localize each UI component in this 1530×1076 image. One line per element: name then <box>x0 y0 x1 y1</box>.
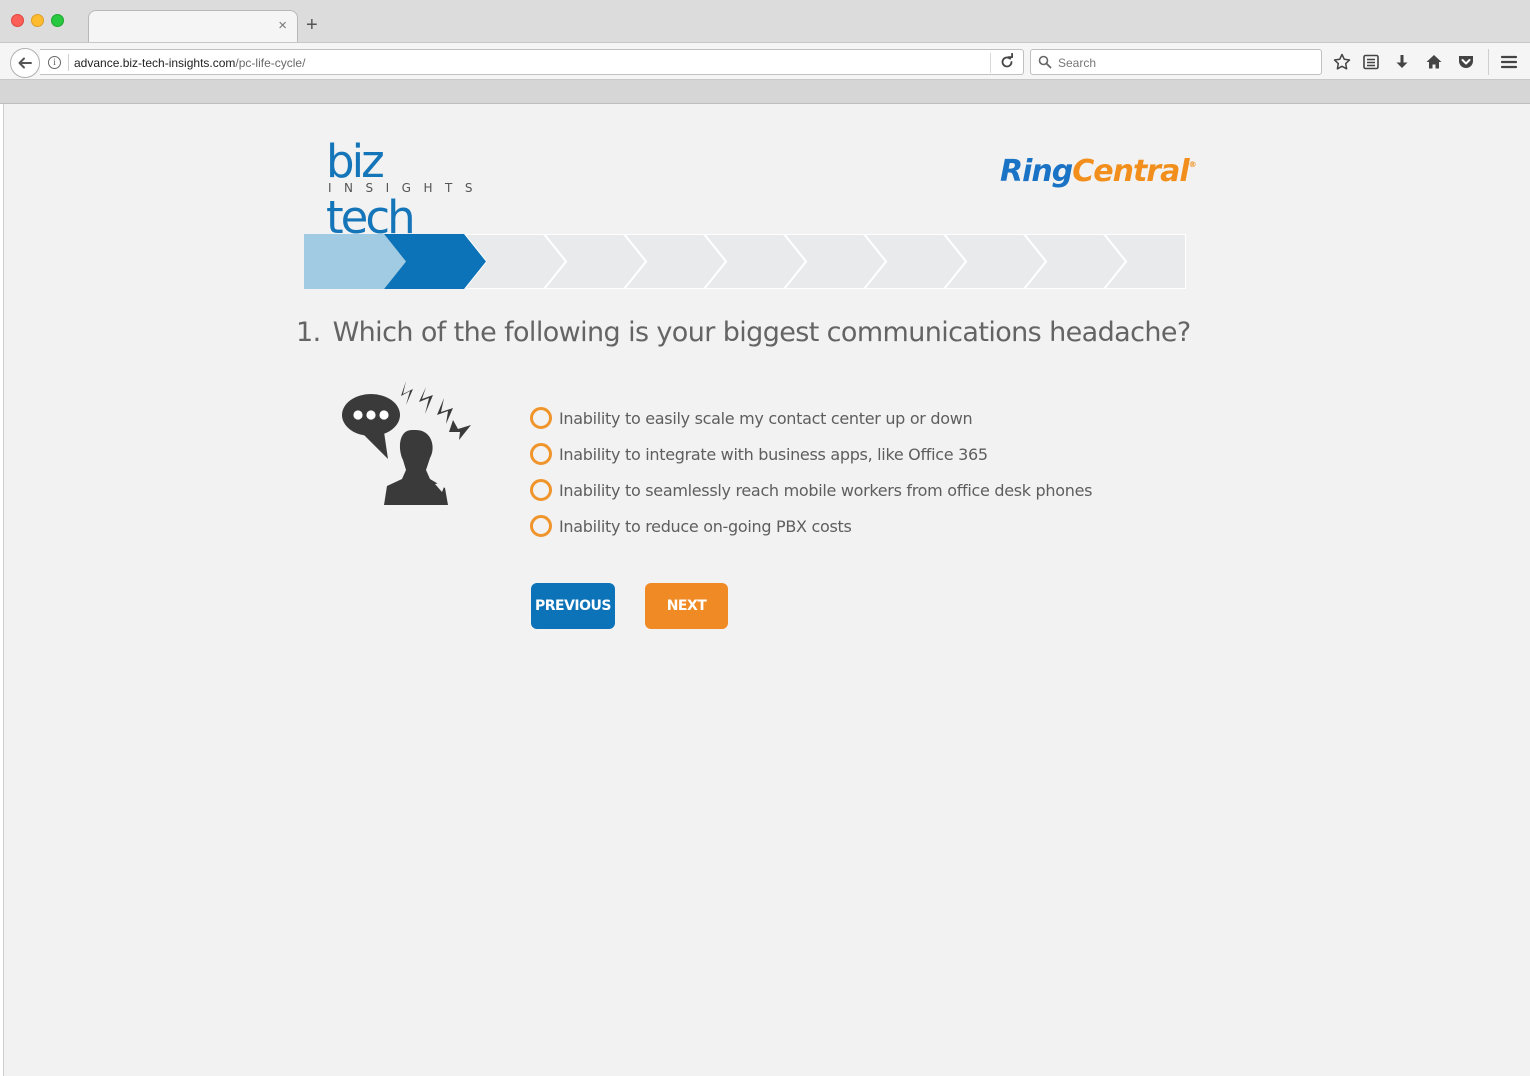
new-tab-button[interactable]: + <box>306 15 318 35</box>
answer-options: Inability to easily scale my contact cen… <box>530 400 1092 544</box>
option-label: Inability to seamlessly reach mobile wor… <box>559 480 1093 500</box>
reload-separator <box>990 53 991 73</box>
previous-button[interactable]: PREVIOUS <box>531 583 615 629</box>
radio-button[interactable] <box>530 443 552 465</box>
left-window-edge <box>0 104 4 1076</box>
minimize-window-button[interactable] <box>31 14 44 27</box>
browser-chrome: × + i advance.biz-tech-insights.com/pc-l… <box>0 0 1530 104</box>
radio-button[interactable] <box>530 515 552 537</box>
site-info-icon[interactable]: i <box>48 56 61 69</box>
search-box[interactable] <box>1030 49 1322 75</box>
answer-option[interactable]: Inability to integrate with business app… <box>530 436 1092 472</box>
question-heading: 1. Which of the following is your biggest… <box>296 317 1191 348</box>
ringcentral-logo: RingCentral® <box>1000 154 1197 194</box>
search-icon <box>1038 55 1052 69</box>
pocket-icon[interactable] <box>1456 52 1476 72</box>
address-bar[interactable]: i advance.biz-tech-insights.com/pc-life-… <box>40 49 1024 75</box>
bookmarks-list-icon[interactable] <box>1361 52 1381 72</box>
tab-strip: × + <box>0 0 1530 42</box>
tab-close-icon[interactable]: × <box>278 17 287 34</box>
back-button[interactable] <box>10 48 40 78</box>
hamburger-menu-icon[interactable] <box>1499 52 1519 72</box>
menu-separator <box>1488 49 1489 75</box>
insights-wordmark: INSIGHTS <box>328 181 485 195</box>
answer-option[interactable]: Inability to easily scale my contact cen… <box>530 400 1092 436</box>
option-label: Inability to easily scale my contact cen… <box>559 408 973 428</box>
maximize-window-button[interactable] <box>51 14 64 27</box>
ring-wordmark: Ring <box>1000 154 1073 189</box>
registered-mark: ® <box>1188 160 1197 169</box>
reload-icon[interactable] <box>998 53 1016 71</box>
question-text: Which of the following is your biggest c… <box>332 317 1192 348</box>
url-host: advance.biz-tech-insights.com <box>74 56 236 70</box>
search-input[interactable] <box>1058 54 1308 71</box>
question-number: 1. <box>296 317 321 348</box>
radio-button[interactable] <box>530 407 552 429</box>
download-icon[interactable] <box>1392 52 1412 72</box>
radio-button[interactable] <box>530 479 552 501</box>
biz-tech-insights-logo: biz tech INSIGHTS <box>326 135 476 244</box>
close-window-button[interactable] <box>11 14 24 27</box>
back-arrow-icon <box>18 57 32 69</box>
bookmark-star-icon[interactable] <box>1332 52 1352 72</box>
url-text[interactable]: advance.biz-tech-insights.com/pc-life-cy… <box>74 56 305 70</box>
frustrated-person-with-speech-bubble-icon <box>342 381 471 505</box>
url-separator <box>68 54 69 71</box>
answer-option[interactable]: Inability to reduce on-going PBX costs <box>530 508 1092 544</box>
next-button[interactable]: NEXT <box>645 583 728 629</box>
answer-option[interactable]: Inability to seamlessly reach mobile wor… <box>530 472 1092 508</box>
browser-tab[interactable]: × <box>88 10 298 42</box>
home-icon[interactable] <box>1424 52 1444 72</box>
progress-bar <box>304 234 1186 289</box>
option-label: Inability to reduce on-going PBX costs <box>559 516 852 536</box>
url-path: /pc-life-cycle/ <box>235 56 306 70</box>
option-label: Inability to integrate with business app… <box>559 444 988 464</box>
central-wordmark: Central <box>1072 154 1189 189</box>
navigation-toolbar: i advance.biz-tech-insights.com/pc-life-… <box>0 42 1530 80</box>
